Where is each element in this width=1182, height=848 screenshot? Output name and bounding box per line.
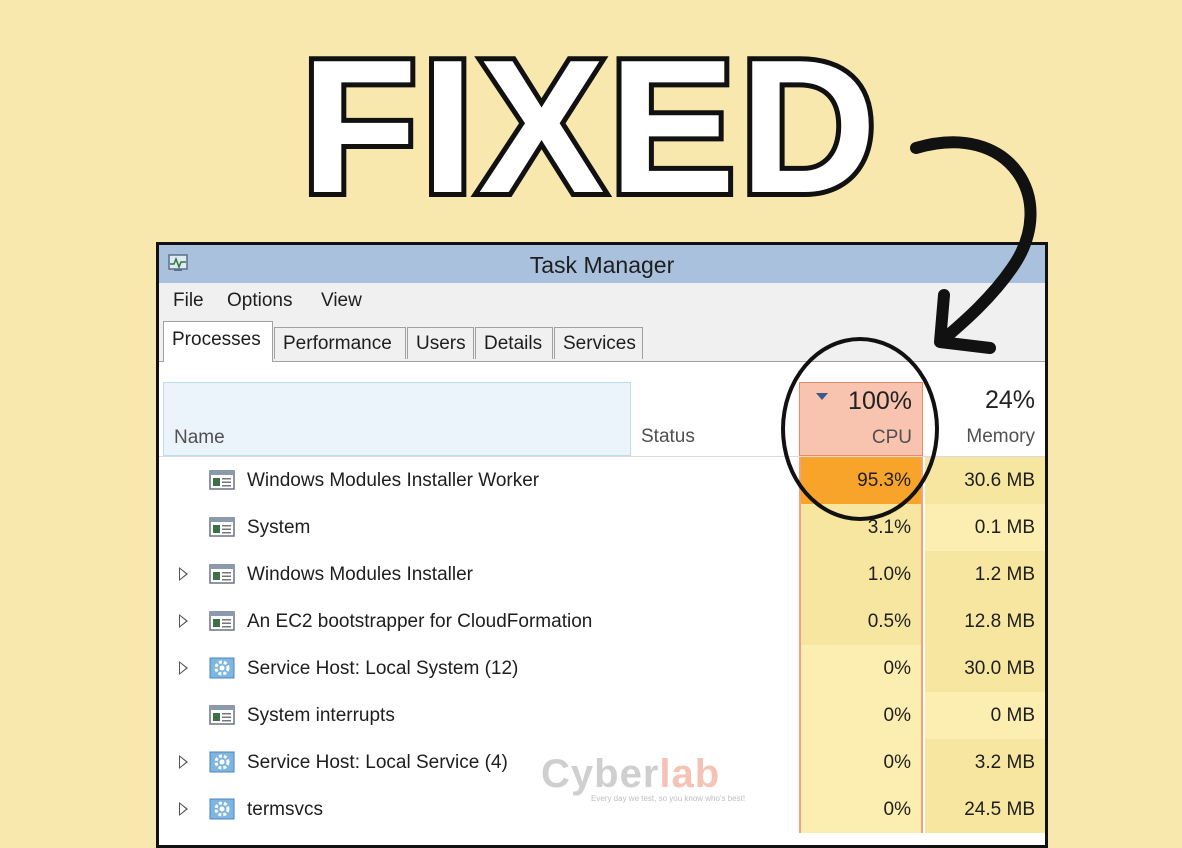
cpu-value: 1.0% — [867, 564, 911, 585]
gear-icon — [209, 657, 235, 679]
memory-cell: 0.1 MB — [925, 504, 1045, 551]
headline-fixed: FIXED — [296, 20, 882, 220]
memory-label: Memory — [966, 426, 1035, 447]
tab-details[interactable]: Details — [475, 327, 553, 359]
process-name: termsvcs — [247, 799, 323, 820]
app-window-icon — [209, 517, 235, 537]
table-row[interactable]: An EC2 bootstrapper for CloudFormation 0.… — [159, 598, 1045, 645]
memory-value: 1.2 MB — [974, 564, 1035, 585]
column-header-status[interactable]: Status — [641, 426, 695, 448]
memory-value: 0 MB — [990, 705, 1035, 726]
cpu-cell: 1.0% — [799, 551, 923, 598]
expand-arrow-icon[interactable] — [179, 755, 188, 769]
watermark-brand-a: Cyber — [541, 752, 660, 796]
process-name: System interrupts — [247, 705, 395, 726]
memory-value: 30.0 MB — [964, 658, 1035, 679]
cpu-cell: 0% — [799, 739, 923, 786]
cpu-value: 0% — [883, 705, 911, 726]
memory-cell: 12.8 MB — [925, 598, 1045, 645]
gear-icon — [209, 751, 235, 773]
cpu-value: 0.5% — [867, 611, 911, 632]
memory-cell: 0 MB — [925, 692, 1045, 739]
column-header-name[interactable]: Name — [163, 382, 631, 456]
cpu-value: 0% — [883, 752, 911, 773]
watermark-brand-b: lab — [659, 752, 721, 796]
memory-cell: 1.2 MB — [925, 551, 1045, 598]
process-name: Windows Modules Installer — [247, 564, 473, 585]
tab-processes[interactable]: Processes — [163, 321, 273, 362]
tab-performance[interactable]: Performance — [274, 327, 406, 359]
menu-options[interactable]: Options — [227, 290, 292, 312]
table-row[interactable]: System 3.1% 0.1 MB — [159, 504, 1045, 551]
headline-text: FIXED — [301, 21, 881, 220]
process-name: Windows Modules Installer Worker — [247, 470, 540, 491]
memory-cell: 24.5 MB — [925, 786, 1045, 833]
tab-strip: Processes Performance Users Details Serv… — [159, 319, 1045, 362]
memory-value: 3.2 MB — [974, 752, 1035, 773]
expand-arrow-icon[interactable] — [179, 802, 188, 816]
cpu-cell: 0.5% — [799, 598, 923, 645]
memory-cell: 30.0 MB — [925, 645, 1045, 692]
memory-value: 30.6 MB — [964, 470, 1035, 491]
cpu-cell: 0% — [799, 786, 923, 833]
column-name-label: Name — [174, 427, 225, 448]
app-window-icon — [209, 470, 235, 490]
app-window-icon — [209, 564, 235, 584]
cpu-cell: 0% — [799, 645, 923, 692]
memory-value: 12.8 MB — [964, 611, 1035, 632]
cpu-value: 3.1% — [867, 517, 911, 538]
menu-bar: File Options View — [159, 283, 1045, 319]
expand-arrow-icon[interactable] — [179, 661, 188, 675]
cyberlab-watermark: Cyberlab Every day we test, so you know … — [541, 752, 761, 812]
cpu-value: 0% — [883, 658, 911, 679]
menu-file[interactable]: File — [173, 290, 204, 312]
highlight-circle — [781, 337, 939, 521]
table-row[interactable]: Windows Modules Installer 1.0% 1.2 MB — [159, 551, 1045, 598]
process-name: Service Host: Local Service (4) — [247, 752, 508, 773]
app-window-icon — [209, 705, 235, 725]
process-name: System — [247, 517, 311, 538]
table-row[interactable]: System interrupts 0% 0 MB — [159, 692, 1045, 739]
memory-value: 0.1 MB — [974, 517, 1035, 538]
memory-cell: 30.6 MB — [925, 457, 1045, 504]
process-name: Service Host: Local System (12) — [247, 658, 519, 679]
window-title: Task Manager — [529, 252, 675, 278]
expand-arrow-icon[interactable] — [179, 614, 188, 628]
column-header-memory[interactable]: 24% Memory — [925, 382, 1043, 456]
app-window-icon — [209, 611, 235, 631]
process-name: An EC2 bootstrapper for CloudFormation — [247, 611, 593, 632]
memory-cell: 3.2 MB — [925, 739, 1045, 786]
menu-view[interactable]: View — [321, 290, 362, 312]
tab-services[interactable]: Services — [554, 327, 643, 359]
table-row[interactable]: Service Host: Local System (12) 0% 30.0 MB — [159, 645, 1045, 692]
memory-value: 24.5 MB — [964, 799, 1035, 820]
gear-icon — [209, 798, 235, 820]
cpu-value: 0% — [883, 799, 911, 820]
cpu-cell: 0% — [799, 692, 923, 739]
title-bar: Task Manager — [159, 245, 1045, 283]
tab-users[interactable]: Users — [407, 327, 474, 359]
memory-total: 24% — [984, 386, 1035, 414]
watermark-tagline: Every day we test, so you know who's bes… — [591, 794, 746, 803]
expand-arrow-icon[interactable] — [179, 567, 188, 581]
